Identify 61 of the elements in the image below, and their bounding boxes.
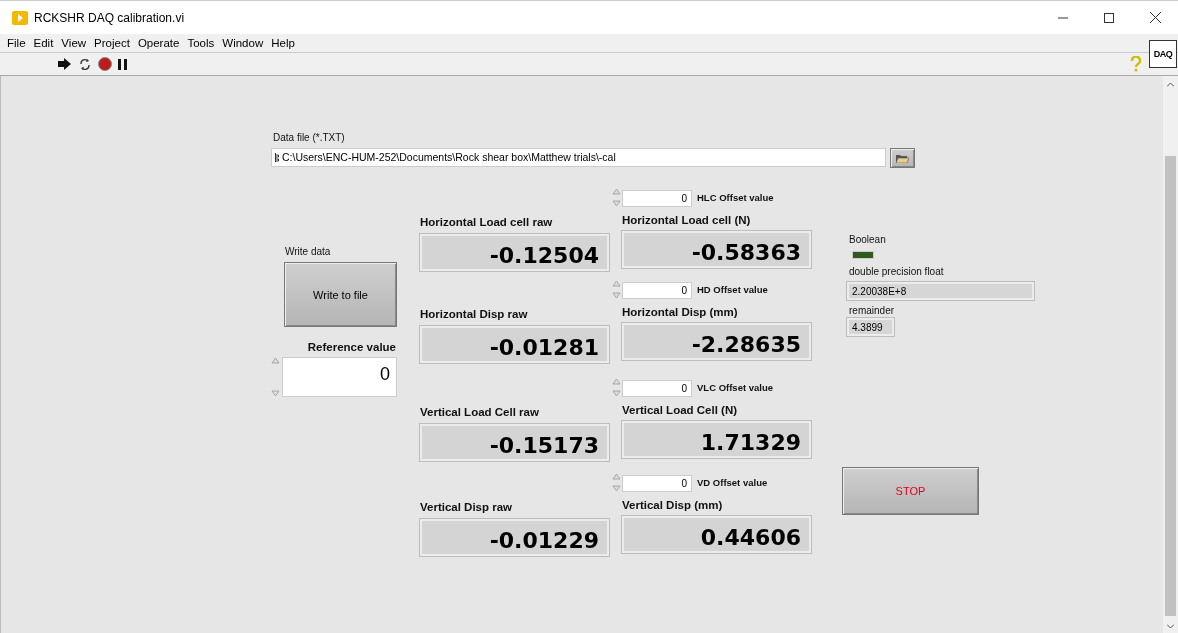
- browse-button[interactable]: [890, 148, 915, 168]
- scrollbar[interactable]: [1163, 76, 1178, 633]
- field-label: VD Offset value: [697, 477, 768, 488]
- numeric-indicator: -0.58363: [622, 231, 811, 268]
- menu-item[interactable]: View: [57, 37, 91, 49]
- button-caption: Write data: [285, 246, 331, 257]
- indicator-label: Horizontal Disp (mm): [622, 306, 738, 318]
- close-icon[interactable]: [1149, 12, 1161, 23]
- app-icon: [12, 10, 28, 25]
- numeric-indicator: -0.12504: [420, 234, 609, 271]
- indicator-label: Boolean: [849, 234, 886, 245]
- offset-field[interactable]: 0: [622, 282, 692, 299]
- indicator-label: Horizontal Load cell raw: [420, 216, 553, 228]
- field-label: HD Offset value: [697, 284, 768, 295]
- numeric-indicator: -0.01281: [420, 326, 609, 363]
- menu-item[interactable]: Edit: [29, 37, 58, 49]
- scroll-up-icon[interactable]: [1167, 82, 1174, 87]
- menu-item[interactable]: Operate: [133, 37, 184, 49]
- menu-item[interactable]: File: [3, 37, 30, 49]
- reference-value-field[interactable]: 0: [282, 357, 397, 397]
- field-label: Data file (*.TXT): [273, 132, 345, 143]
- path-field[interactable]: C:\Users\ENC-HUM-252\Documents\Rock shear box\Matthew trials\-cal: [271, 148, 886, 167]
- numeric-indicator: 2.20038E+8: [847, 282, 1034, 300]
- numeric-indicator: -0.15173: [420, 424, 609, 461]
- offset-field[interactable]: 0: [622, 475, 692, 492]
- indicator-label: Vertical Load Cell (N): [622, 404, 738, 416]
- indicator-label: double precision float: [849, 266, 944, 277]
- indicator-label: Horizontal Load cell (N): [622, 214, 751, 226]
- folder-icon: [896, 153, 909, 163]
- indicator-label: Vertical Load Cell raw: [420, 406, 539, 418]
- window-title: RCKSHR DAQ calibration.vi: [34, 10, 185, 25]
- field-label: VLC Offset value: [697, 382, 774, 393]
- numeric-indicator: 0.44606: [622, 516, 811, 553]
- indicator-label: Vertical Disp (mm): [622, 499, 723, 511]
- numeric-indicator: 4.3899: [847, 318, 894, 336]
- path-type-icon: [275, 153, 279, 162]
- scroll-down-icon[interactable]: [1167, 624, 1174, 629]
- offset-field[interactable]: 0: [622, 380, 692, 397]
- numeric-indicator: -2.28635: [622, 323, 811, 360]
- field-label: Reference value: [307, 341, 396, 353]
- minimize-icon[interactable]: [1058, 16, 1068, 19]
- offset-field[interactable]: 0: [622, 190, 692, 207]
- maximize-icon[interactable]: [1104, 12, 1114, 23]
- menu-item[interactable]: Project: [90, 37, 134, 49]
- run-continuously-icon[interactable]: [78, 57, 92, 71]
- numeric-indicator: -0.01229: [420, 519, 609, 556]
- numeric-indicator: 1.71329: [622, 421, 811, 458]
- abort-icon[interactable]: [98, 57, 112, 71]
- vi-icon: DAQ: [1149, 40, 1177, 68]
- write-to-file-button[interactable]: Write to file: [284, 262, 397, 327]
- menu-item[interactable]: Help: [267, 37, 299, 49]
- menu-item[interactable]: Window: [218, 37, 268, 49]
- menu-item[interactable]: Tools: [183, 37, 219, 49]
- help-icon[interactable]: [1130, 56, 1142, 72]
- field-label: HLC Offset value: [697, 192, 774, 203]
- indicator-label: Vertical Disp raw: [420, 501, 513, 513]
- indicator-label: Horizontal Disp raw: [420, 308, 528, 320]
- increment-decrement-icon[interactable]: [271, 357, 280, 397]
- pause-icon[interactable]: [118, 58, 127, 70]
- run-arrow-icon[interactable]: [58, 58, 72, 70]
- indicator-label: remainder: [849, 305, 895, 316]
